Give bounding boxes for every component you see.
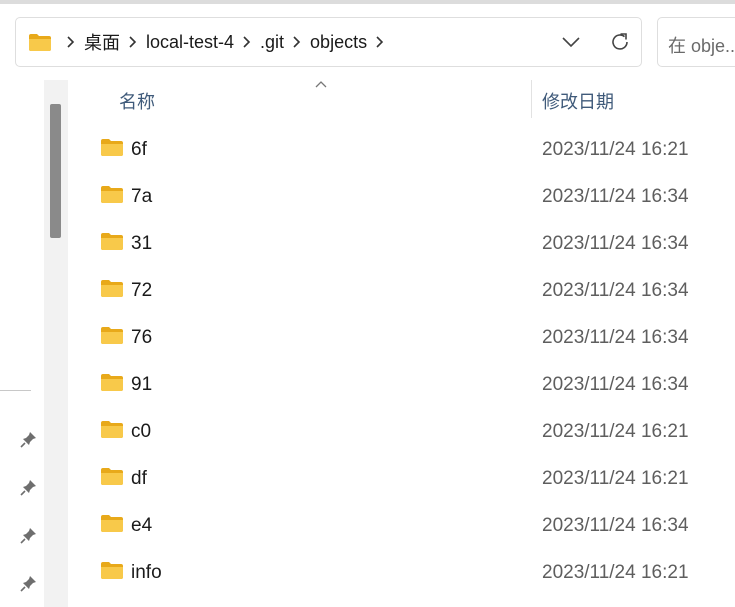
- list-item[interactable]: 76 2023/11/24 16:34: [90, 314, 735, 361]
- file-name: df: [131, 468, 147, 489]
- file-name: e4: [131, 515, 153, 536]
- file-name: 72: [131, 280, 153, 301]
- file-date: 2023/11/24 16:34: [542, 233, 689, 254]
- file-name: 31: [131, 233, 153, 254]
- folder-icon: [100, 419, 124, 444]
- list-item[interactable]: df 2023/11/24 16:21: [90, 455, 735, 502]
- file-date: 2023/11/24 16:34: [542, 186, 689, 207]
- folder-icon: [28, 32, 52, 57]
- folder-icon: [100, 560, 124, 585]
- file-date: 2023/11/24 16:34: [542, 280, 689, 301]
- list-item[interactable]: e4 2023/11/24 16:34: [90, 502, 735, 549]
- folder-icon: [100, 184, 124, 209]
- column-header-name[interactable]: 名称: [119, 88, 155, 114]
- breadcrumb-git[interactable]: .git: [258, 32, 286, 53]
- folder-icon: [100, 231, 124, 256]
- folder-icon: [100, 137, 124, 162]
- file-name: 76: [131, 327, 153, 348]
- folder-icon: [100, 325, 124, 350]
- list-item[interactable]: info 2023/11/24 16:21: [90, 549, 735, 596]
- list-item[interactable]: 6f 2023/11/24 16:21: [90, 126, 735, 173]
- file-name: 7a: [131, 186, 153, 207]
- chevron-right-icon[interactable]: [238, 35, 256, 49]
- search-input[interactable]: 在 obje...: [657, 17, 735, 67]
- pin-icon[interactable]: [20, 478, 38, 496]
- file-date: 2023/11/24 16:21: [542, 562, 689, 583]
- file-name: c0: [131, 421, 152, 442]
- list-item[interactable]: 7a 2023/11/24 16:34: [90, 173, 735, 220]
- folder-icon: [100, 278, 124, 303]
- chevron-right-icon[interactable]: [124, 35, 142, 49]
- chevron-right-icon[interactable]: [371, 35, 389, 49]
- address-bar[interactable]: 桌面 local-test-4 .git objects: [15, 17, 642, 67]
- file-date: 2023/11/24 16:21: [542, 139, 689, 160]
- list-item[interactable]: 31 2023/11/24 16:34: [90, 220, 735, 267]
- breadcrumb: 桌面 local-test-4 .git objects: [60, 18, 391, 66]
- list-item[interactable]: 91 2023/11/24 16:34: [90, 361, 735, 408]
- list-item[interactable]: 72 2023/11/24 16:34: [90, 267, 735, 314]
- pin-icon[interactable]: [20, 574, 38, 592]
- list-item[interactable]: c0 2023/11/24 16:21: [90, 408, 735, 455]
- chevron-right-icon[interactable]: [62, 35, 80, 49]
- file-date: 2023/11/24 16:34: [542, 374, 689, 395]
- nav-scrollbar-thumb[interactable]: [50, 104, 61, 238]
- file-date: 2023/11/24 16:34: [542, 327, 689, 348]
- pin-icon[interactable]: [20, 526, 38, 544]
- file-date: 2023/11/24 16:34: [542, 515, 689, 536]
- window-top-edge: [0, 0, 735, 4]
- breadcrumb-objects[interactable]: objects: [308, 32, 369, 53]
- sort-ascending-icon: [314, 76, 328, 88]
- file-date: 2023/11/24 16:21: [542, 421, 689, 442]
- column-header-date-modified[interactable]: 修改日期: [542, 88, 614, 114]
- breadcrumb-desktop[interactable]: 桌面: [82, 29, 122, 55]
- chevron-right-icon[interactable]: [288, 35, 306, 49]
- file-date: 2023/11/24 16:21: [542, 468, 689, 489]
- refresh-icon[interactable]: [608, 30, 632, 54]
- chevron-down-icon[interactable]: [560, 32, 582, 52]
- file-name: 6f: [131, 139, 147, 160]
- file-name: 91: [131, 374, 153, 395]
- pin-icon[interactable]: [20, 430, 38, 448]
- folder-icon: [100, 466, 124, 491]
- column-divider[interactable]: [531, 80, 532, 118]
- folder-icon: [100, 372, 124, 397]
- nav-divider: [0, 390, 31, 391]
- breadcrumb-local-test-4[interactable]: local-test-4: [144, 32, 236, 53]
- file-name: info: [131, 562, 162, 583]
- search-placeholder: 在 obje...: [668, 36, 735, 56]
- folder-icon: [100, 513, 124, 538]
